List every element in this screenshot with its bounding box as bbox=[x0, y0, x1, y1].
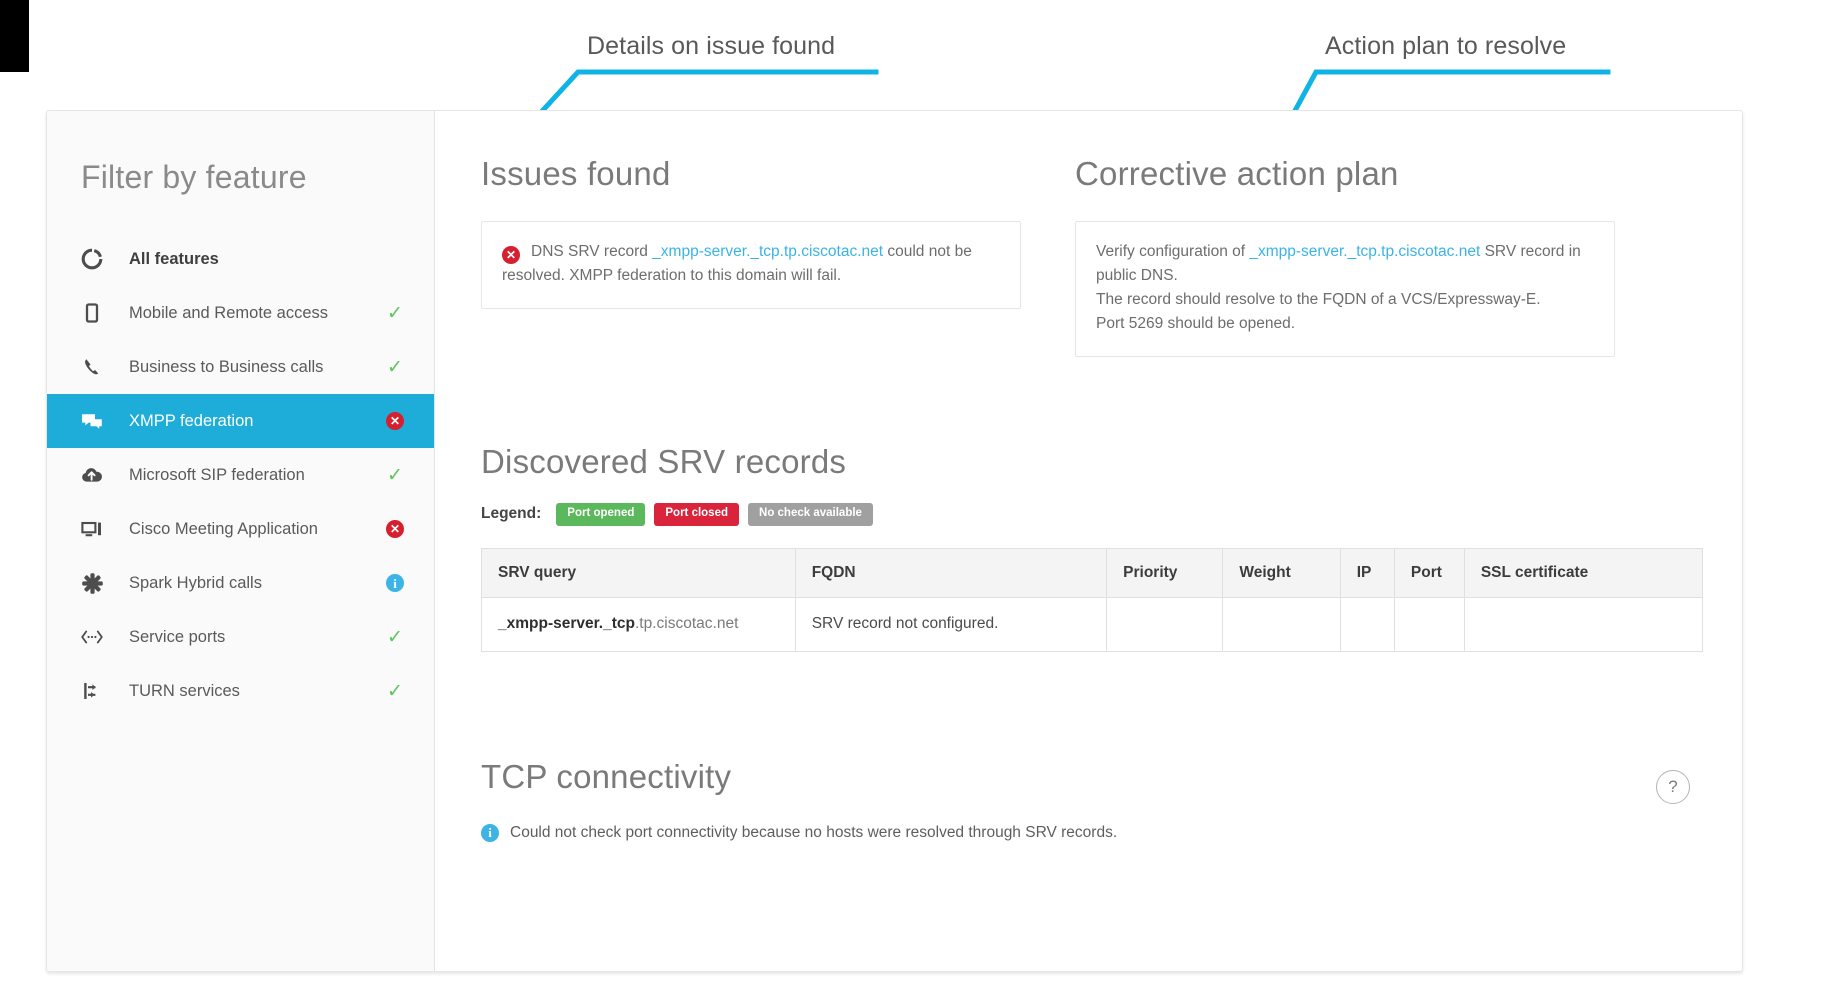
sidebar-item-label: Spark Hybrid calls bbox=[129, 573, 262, 592]
column-header-ip[interactable]: IP bbox=[1339, 547, 1395, 598]
corrective-action-panel: Verify configuration of _xmpp-server._tc… bbox=[1075, 221, 1615, 358]
sidebar-item-business-to-business-calls[interactable]: Business to Business calls ✓ bbox=[47, 340, 434, 394]
error-badge-icon: ✕ bbox=[502, 246, 520, 264]
check-icon: ✓ bbox=[387, 626, 403, 648]
legend-label: Legend: bbox=[481, 505, 542, 523]
corrective-action-section: Corrective action plan Verify configurat… bbox=[1075, 155, 1615, 358]
sidebar-item-status: ✓ bbox=[382, 358, 408, 377]
column-header-port[interactable]: Port bbox=[1393, 547, 1465, 598]
sidebar-item-xmpp-federation[interactable]: XMPP federation ✕ bbox=[47, 394, 434, 448]
issue-link[interactable]: _xmpp-server._tcp.tp.ciscotac.net bbox=[652, 243, 883, 260]
phone-handset-icon bbox=[73, 356, 111, 378]
monitor-icon bbox=[73, 518, 111, 540]
sidebar-item-label: Microsoft SIP federation bbox=[129, 465, 305, 484]
sidebar-title: Filter by feature bbox=[81, 159, 307, 195]
corrective-text-before: Verify configuration of bbox=[1096, 243, 1250, 260]
corrective-action-heading: Corrective action plan bbox=[1075, 155, 1399, 192]
column-header-fqdn[interactable]: FQDN bbox=[794, 547, 1108, 598]
sidebar-item-turn-services[interactable]: TURN services ✓ bbox=[47, 664, 434, 718]
sidebar-item-label: Mobile and Remote access bbox=[129, 303, 329, 322]
legend-pill-port-opened: Port opened bbox=[556, 503, 646, 526]
check-icon: ✓ bbox=[387, 302, 403, 324]
legend-pill-port-closed: Port closed bbox=[654, 503, 740, 526]
cell-weight bbox=[1222, 596, 1341, 652]
tcp-note-text: Could not check port connectivity becaus… bbox=[510, 823, 1118, 841]
sidebar-item-status: ✓ bbox=[382, 304, 408, 323]
top-columns: Issues found ✕ DNS SRV record _xmpp-serve… bbox=[481, 155, 1694, 358]
mobile-device-icon bbox=[73, 302, 111, 324]
cell-port bbox=[1393, 596, 1465, 652]
sidebar-item-label: Service ports bbox=[129, 627, 226, 646]
feature-filter-list: All features Mobile and Remote access ✓ … bbox=[47, 232, 434, 718]
sidebar-item-cisco-meeting-application[interactable]: Cisco Meeting Application ✕ bbox=[47, 502, 434, 556]
sidebar-item-spark-hybrid-calls[interactable]: Spark Hybrid calls i bbox=[47, 556, 434, 610]
issue-panel: ✕ DNS SRV record _xmpp-server._tcp.tp.cis… bbox=[481, 221, 1021, 310]
corrective-link[interactable]: _xmpp-server._tcp.tp.ciscotac.net bbox=[1249, 243, 1480, 260]
srv-records-table: SRV query FQDN Priority Weight IP Port S… bbox=[481, 547, 1704, 652]
column-header-weight[interactable]: Weight bbox=[1222, 547, 1341, 598]
tcp-connectivity-section: TCP connectivity ? i Could not check por… bbox=[481, 758, 1694, 842]
discovered-srv-records-section: Discovered SRV records Legend: Port open… bbox=[481, 443, 1704, 652]
help-button[interactable]: ? bbox=[1656, 769, 1690, 804]
table-row: _xmpp-server._tcp.tp.ciscotac.net SRV re… bbox=[481, 596, 1704, 652]
sidebar-item-label: Cisco Meeting Application bbox=[129, 519, 318, 538]
cell-ssl bbox=[1463, 596, 1704, 652]
tcp-heading: TCP connectivity bbox=[481, 757, 732, 795]
cell-fqdn: SRV record not configured. bbox=[794, 596, 1108, 652]
legend-pill-no-check-available: No check available bbox=[748, 503, 873, 526]
sidebar-item-label: Business to Business calls bbox=[129, 357, 324, 376]
spark-asterisk-icon bbox=[73, 572, 111, 595]
corrective-line3: Port 5269 should be opened. bbox=[1096, 315, 1296, 333]
callout-label-right: Action plan to resolve bbox=[1325, 32, 1567, 60]
cloud-upload-icon bbox=[73, 464, 111, 486]
service-ports-icon bbox=[73, 628, 111, 646]
sidebar-item-status: ✓ bbox=[382, 466, 408, 485]
content-area: Issues found ✕ DNS SRV record _xmpp-serve… bbox=[435, 111, 1742, 971]
sidebar: Filter by feature All features Mobile an… bbox=[47, 111, 435, 971]
column-header-ssl-certificate[interactable]: SSL certificate bbox=[1463, 547, 1704, 598]
check-icon: ✓ bbox=[387, 680, 403, 702]
sidebar-item-microsoft-sip-federation[interactable]: Microsoft SIP federation ✓ bbox=[47, 448, 434, 502]
sidebar-item-status: ✕ bbox=[382, 412, 408, 430]
sidebar-item-status: i bbox=[382, 574, 408, 592]
corrective-line2: The record should resolve to the FQDN of… bbox=[1096, 291, 1541, 309]
sidebar-item-mobile-and-remote-access[interactable]: Mobile and Remote access ✓ bbox=[47, 286, 434, 340]
sidebar-item-label: All features bbox=[129, 249, 219, 268]
chat-bubbles-icon bbox=[73, 410, 111, 432]
error-badge-icon: ✕ bbox=[386, 412, 404, 430]
sidebar-item-label: XMPP federation bbox=[129, 411, 254, 430]
all-features-icon bbox=[73, 248, 111, 270]
srv-heading: Discovered SRV records bbox=[481, 443, 847, 481]
cell-ip bbox=[1339, 596, 1395, 652]
column-header-srv-query[interactable]: SRV query bbox=[481, 547, 796, 598]
error-badge-icon: ✕ bbox=[386, 520, 404, 538]
issues-found-section: Issues found ✕ DNS SRV record _xmpp-serve… bbox=[481, 155, 1021, 357]
legend: Legend: Port opened Port closed No check… bbox=[481, 503, 1694, 526]
cell-priority bbox=[1106, 596, 1224, 652]
sidebar-item-status: ✓ bbox=[382, 682, 408, 701]
srv-query-dim: .tp.ciscotac.net bbox=[635, 615, 739, 633]
srv-query-bold: _xmpp-server._tcp bbox=[498, 615, 635, 633]
sidebar-item-status: ✓ bbox=[382, 628, 408, 647]
tcp-note: i Could not check port connectivity beca… bbox=[481, 823, 1694, 842]
sidebar-item-service-ports[interactable]: Service ports ✓ bbox=[47, 610, 434, 664]
issues-found-heading: Issues found bbox=[481, 155, 671, 192]
main-card: Filter by feature All features Mobile an… bbox=[46, 110, 1743, 972]
sidebar-item-all-features[interactable]: All features bbox=[47, 232, 434, 286]
issue-text-before: DNS SRV record bbox=[531, 243, 653, 260]
cell-srv-query: _xmpp-server._tcp.tp.ciscotac.net bbox=[481, 596, 796, 652]
check-icon: ✓ bbox=[387, 356, 403, 378]
turn-services-icon bbox=[73, 680, 111, 702]
info-badge-icon: i bbox=[481, 823, 499, 842]
info-badge-icon: i bbox=[386, 574, 404, 592]
sidebar-item-status: ✕ bbox=[382, 520, 408, 538]
check-icon: ✓ bbox=[387, 464, 403, 486]
sidebar-item-label: TURN services bbox=[129, 681, 240, 700]
table-header-row: SRV query FQDN Priority Weight IP Port S… bbox=[481, 547, 1704, 598]
column-header-priority[interactable]: Priority bbox=[1106, 547, 1224, 598]
callout-label-left: Details on issue found bbox=[587, 32, 836, 60]
corner-block bbox=[0, 0, 29, 72]
